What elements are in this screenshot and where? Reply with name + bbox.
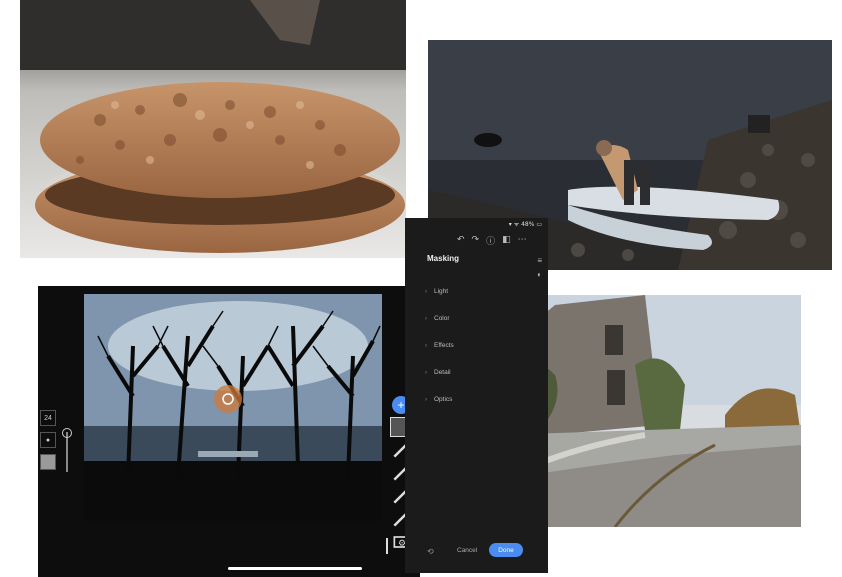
brush-size-button[interactable]: 24 <box>40 410 56 426</box>
compare-icon[interactable]: ◧ <box>502 234 511 247</box>
brush-slider-track[interactable] <box>66 432 68 472</box>
cancel-button[interactable]: Cancel <box>457 547 477 554</box>
feather-button[interactable]: ● <box>40 432 56 448</box>
mask-settings-icon[interactable]: ≡ <box>537 256 542 265</box>
chevron-right-icon: › <box>425 396 427 403</box>
home-indicator <box>228 567 362 570</box>
tablet-editor: 24 ● + ⚙ <box>38 286 420 577</box>
reset-icon[interactable]: ⟲ <box>427 547 434 556</box>
section-label: Optics <box>434 396 453 403</box>
more-icon[interactable]: ⋯ <box>518 234 527 247</box>
section-label: Detail <box>434 369 451 376</box>
chevron-right-icon: › <box>425 369 427 376</box>
done-button[interactable]: Done <box>489 543 523 557</box>
forest-photo <box>38 286 420 577</box>
redo-icon[interactable]: ↷ <box>472 234 480 247</box>
bottom-bar: ⟲ Cancel Done <box>405 541 548 563</box>
section-detail[interactable]: › Detail <box>425 359 541 386</box>
panel-title: Masking <box>427 254 460 263</box>
masking-panel: ▾ ᯤ 48% ▭ ↶ ↷ ⓘ ◧ ⋯ Masking ≡ ◐ › Light ›… <box>405 218 548 573</box>
chevron-right-icon: › <box>425 315 427 322</box>
section-color[interactable]: › Color <box>425 305 541 332</box>
status-bar: ▾ ᯤ 48% ▭ <box>508 221 542 228</box>
section-optics[interactable]: › Optics <box>425 386 541 413</box>
section-light[interactable]: › Light <box>425 278 541 305</box>
chevron-right-icon: › <box>425 342 427 349</box>
section-label: Color <box>434 315 450 322</box>
section-effects[interactable]: › Effects <box>425 332 541 359</box>
rail-divider <box>386 538 388 554</box>
help-icon[interactable]: ⓘ <box>486 234 495 247</box>
chevron-right-icon: › <box>425 288 427 295</box>
flow-button[interactable] <box>40 454 56 470</box>
adjustment-sections: › Light › Color › Effects › Detail › Optics <box>425 278 541 413</box>
section-label: Light <box>434 288 449 295</box>
brush-slider-knob[interactable] <box>62 428 72 438</box>
left-toolbar: 24 ● <box>40 410 60 476</box>
mask-pin-marker[interactable] <box>214 385 242 413</box>
top-toolbar: ↶ ↷ ⓘ ◧ ⋯ <box>457 234 527 247</box>
undo-icon[interactable]: ↶ <box>457 234 465 247</box>
section-label: Effects <box>434 342 454 349</box>
cookie-photo <box>20 0 406 258</box>
